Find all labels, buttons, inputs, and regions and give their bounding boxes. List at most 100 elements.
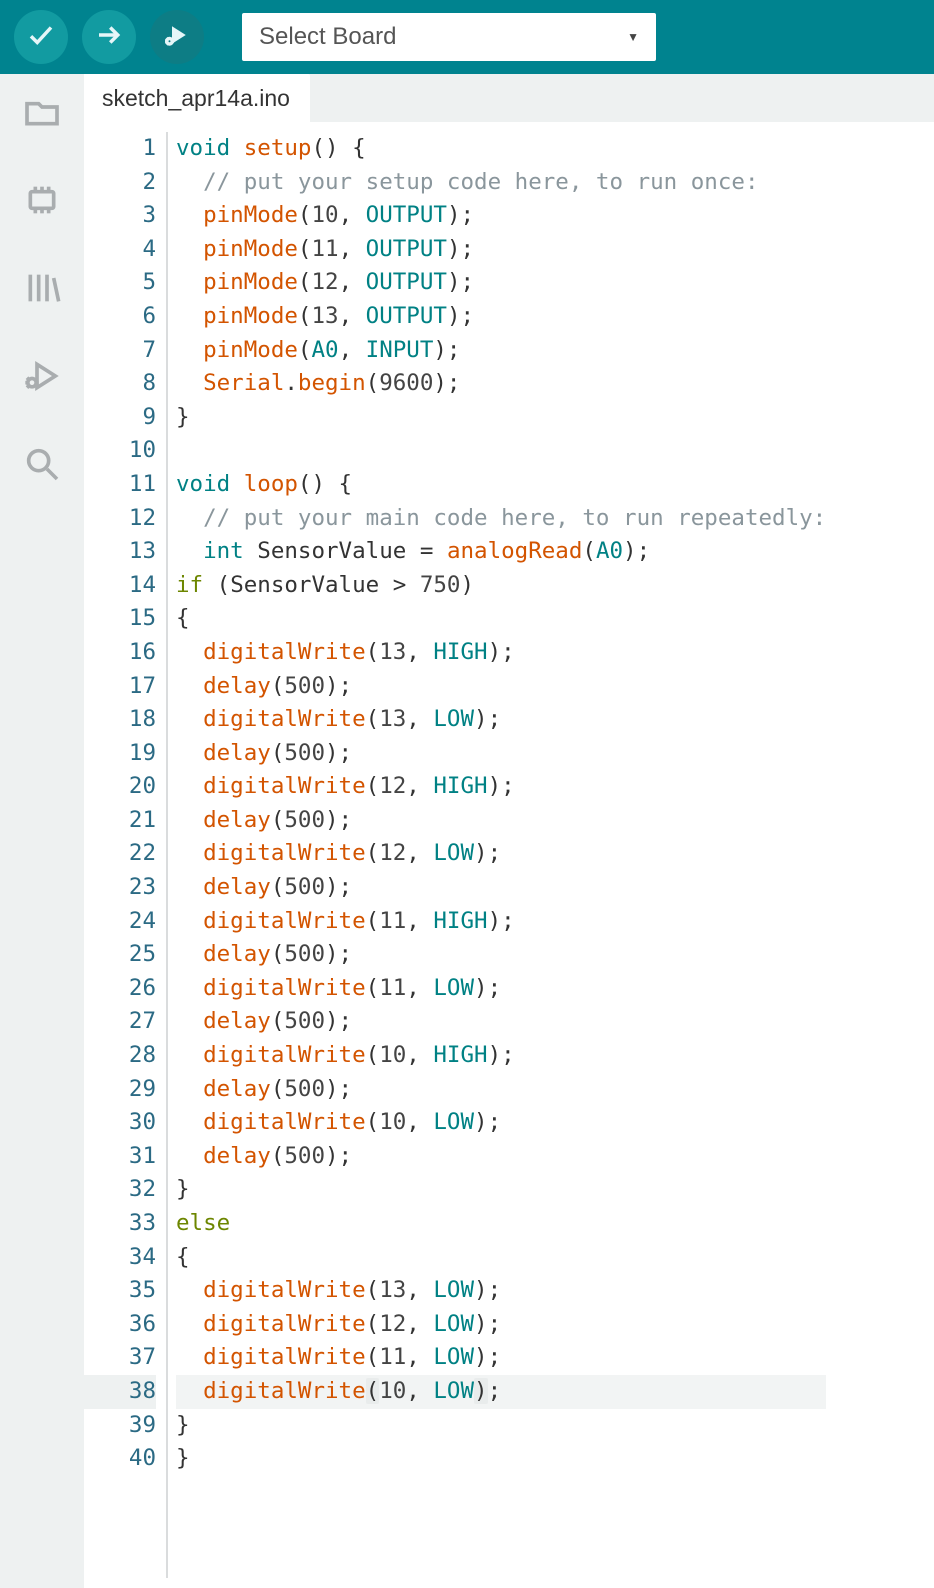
line-number-gutter: 1234567891011121314151617181920212223242…	[84, 122, 166, 1588]
code-line[interactable]: {	[176, 1241, 826, 1275]
line-number: 37	[84, 1341, 156, 1375]
code-line[interactable]: void loop() {	[176, 468, 826, 502]
line-number: 20	[84, 770, 156, 804]
code-line[interactable]: digitalWrite(13, HIGH);	[176, 636, 826, 670]
code-line[interactable]: digitalWrite(10, HIGH);	[176, 1039, 826, 1073]
code-line[interactable]: int SensorValue = analogRead(A0);	[176, 535, 826, 569]
line-number: 40	[84, 1442, 156, 1476]
code-line[interactable]: }	[176, 1173, 826, 1207]
code-line[interactable]: digitalWrite(12, LOW);	[176, 837, 826, 871]
code-line[interactable]: pinMode(13, OUTPUT);	[176, 300, 826, 334]
line-number: 39	[84, 1409, 156, 1443]
folder-icon	[22, 92, 62, 137]
line-number: 32	[84, 1173, 156, 1207]
arrow-right-icon	[94, 20, 124, 55]
debug-icon	[22, 356, 62, 401]
upload-button[interactable]	[82, 10, 136, 64]
line-number: 31	[84, 1140, 156, 1174]
code-line[interactable]: }	[176, 1409, 826, 1443]
search-icon	[22, 444, 62, 489]
tab-active[interactable]: sketch_apr14a.ino	[84, 74, 310, 122]
code-line[interactable]: digitalWrite(11, LOW);	[176, 1341, 826, 1375]
line-number: 19	[84, 737, 156, 771]
line-number: 26	[84, 972, 156, 1006]
line-number: 7	[84, 334, 156, 368]
sidebar-folder[interactable]	[18, 90, 66, 138]
board-select-label: Select Board	[259, 23, 396, 51]
code-line[interactable]: }	[176, 1442, 826, 1476]
chevron-down-icon: ▼	[627, 30, 639, 44]
line-number: 24	[84, 905, 156, 939]
sidebar	[0, 74, 84, 1588]
sidebar-board-manager[interactable]	[18, 178, 66, 226]
line-number: 1	[84, 132, 156, 166]
board-select[interactable]: Select Board ▼	[242, 13, 656, 61]
tabs: sketch_apr14a.ino	[84, 74, 934, 122]
line-number: 25	[84, 938, 156, 972]
code-line[interactable]: Serial.begin(9600);	[176, 367, 826, 401]
line-number: 13	[84, 535, 156, 569]
code-line[interactable]: digitalWrite(12, HIGH);	[176, 770, 826, 804]
line-number: 36	[84, 1308, 156, 1342]
code-line[interactable]: delay(500);	[176, 1140, 826, 1174]
code-line[interactable]: digitalWrite(13, LOW);	[176, 703, 826, 737]
code-line[interactable]: delay(500);	[176, 737, 826, 771]
code-line[interactable]: // put your setup code here, to run once…	[176, 166, 826, 200]
code-line[interactable]: digitalWrite(10, LOW);	[176, 1106, 826, 1140]
code-area[interactable]: 1234567891011121314151617181920212223242…	[84, 122, 934, 1588]
code-line[interactable]: void setup() {	[176, 132, 826, 166]
code-line[interactable]: digitalWrite(11, LOW);	[176, 972, 826, 1006]
code-line[interactable]: pinMode(11, OUTPUT);	[176, 233, 826, 267]
code-line[interactable]: pinMode(12, OUTPUT);	[176, 266, 826, 300]
line-number: 29	[84, 1073, 156, 1107]
line-number: 21	[84, 804, 156, 838]
code-line[interactable]: delay(500);	[176, 1073, 826, 1107]
code-line[interactable]: digitalWrite(11, HIGH);	[176, 905, 826, 939]
line-number: 18	[84, 703, 156, 737]
line-number: 34	[84, 1241, 156, 1275]
line-number: 6	[84, 300, 156, 334]
code-line[interactable]: }	[176, 401, 826, 435]
debug-button[interactable]	[150, 10, 204, 64]
code-line[interactable]: {	[176, 602, 826, 636]
code-line[interactable]: delay(500);	[176, 670, 826, 704]
line-number: 35	[84, 1274, 156, 1308]
line-number: 33	[84, 1207, 156, 1241]
code-line[interactable]: digitalWrite(12, LOW);	[176, 1308, 826, 1342]
line-number: 14	[84, 569, 156, 603]
line-number: 11	[84, 468, 156, 502]
code-line[interactable]: else	[176, 1207, 826, 1241]
code-line[interactable]: digitalWrite(13, LOW);	[176, 1274, 826, 1308]
verify-button[interactable]	[14, 10, 68, 64]
line-number: 9	[84, 401, 156, 435]
code-line[interactable]: delay(500);	[176, 938, 826, 972]
code-line[interactable]: // put your main code here, to run repea…	[176, 502, 826, 536]
code-line[interactable]: if (SensorValue > 750)	[176, 569, 826, 603]
code-line[interactable]: delay(500);	[176, 871, 826, 905]
line-number: 23	[84, 871, 156, 905]
sidebar-library-manager[interactable]	[18, 266, 66, 314]
line-number: 16	[84, 636, 156, 670]
main: sketch_apr14a.ino 1234567891011121314151…	[0, 74, 934, 1588]
line-number: 28	[84, 1039, 156, 1073]
code-line[interactable]: digitalWrite(10, LOW);	[176, 1375, 826, 1409]
line-number: 15	[84, 602, 156, 636]
toolbar: Select Board ▼	[0, 0, 934, 74]
line-number: 8	[84, 367, 156, 401]
code-line[interactable]: delay(500);	[176, 804, 826, 838]
code-line[interactable]: pinMode(A0, INPUT);	[176, 334, 826, 368]
line-number: 5	[84, 266, 156, 300]
sidebar-debug[interactable]	[18, 354, 66, 402]
code-content[interactable]: void setup() { // put your setup code he…	[168, 122, 826, 1588]
code-line[interactable]	[176, 434, 826, 468]
code-line[interactable]: pinMode(10, OUTPUT);	[176, 199, 826, 233]
tab-label: sketch_apr14a.ino	[102, 85, 290, 112]
line-number: 17	[84, 670, 156, 704]
line-number: 38	[84, 1375, 156, 1409]
chip-icon	[22, 180, 62, 225]
sidebar-search[interactable]	[18, 442, 66, 490]
line-number: 10	[84, 434, 156, 468]
line-number: 3	[84, 199, 156, 233]
line-number: 27	[84, 1005, 156, 1039]
code-line[interactable]: delay(500);	[176, 1005, 826, 1039]
